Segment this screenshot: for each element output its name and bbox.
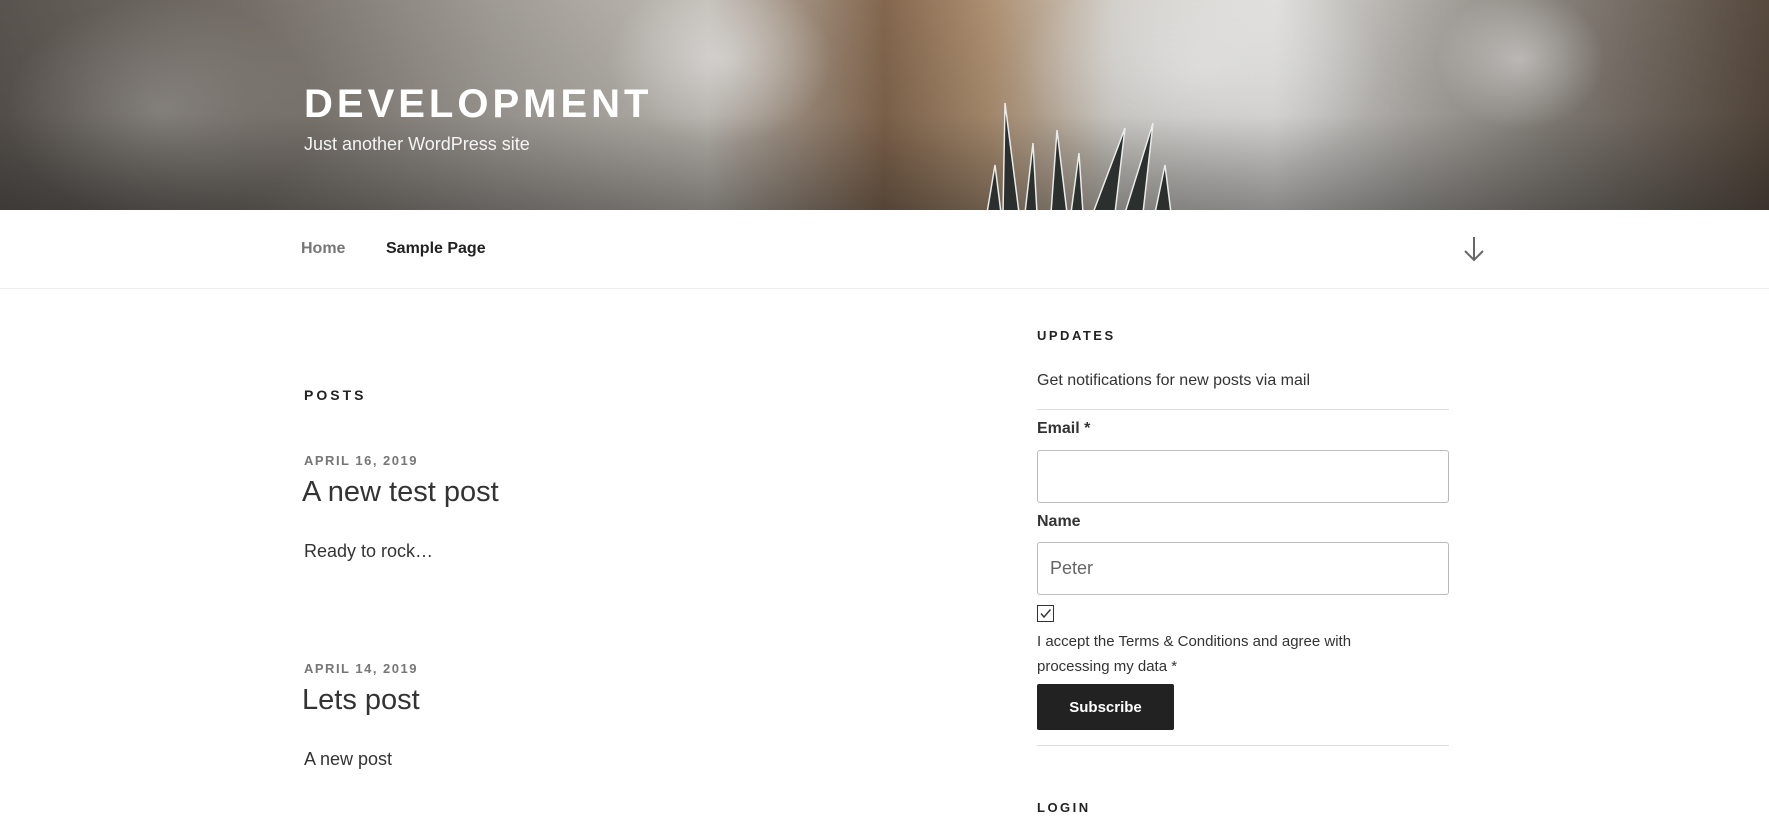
post-title[interactable]: A new test post [302, 476, 499, 509]
site-header-banner: DEVELOPMENT Just another WordPress site [0, 0, 1769, 210]
site-tagline: Just another WordPress site [304, 134, 530, 154]
updates-description: Get notifications for new posts via mail [1037, 372, 1311, 389]
subscribe-button[interactable]: Subscribe [1037, 684, 1174, 730]
name-field[interactable] [1037, 542, 1449, 595]
post-excerpt: Ready to rock… [304, 541, 434, 561]
arrow-down-icon[interactable] [1462, 234, 1486, 264]
plant-image [986, 102, 1172, 210]
nav-item-home[interactable]: Home [301, 240, 345, 258]
divider [1037, 745, 1449, 746]
main-navigation: Home Sample Page [0, 210, 1769, 289]
nav-item-sample-page[interactable]: Sample Page [386, 240, 486, 258]
header-overlay [0, 0, 1769, 210]
updates-widget-title: UPDATES [1037, 328, 1116, 343]
email-label: Email * [1037, 420, 1091, 437]
site-title[interactable]: DEVELOPMENT [304, 82, 652, 127]
consent-label: I accept the Terms & Conditions and agre… [1037, 633, 1352, 675]
consent-checkbox[interactable] [1037, 605, 1054, 622]
post-excerpt: A new post [304, 749, 393, 769]
login-widget-title: LOGIN [1037, 800, 1091, 815]
post-date[interactable]: APRIL 16, 2019 [304, 453, 418, 468]
divider [1037, 409, 1449, 410]
checkmark-icon [1040, 609, 1052, 619]
posts-heading: POSTS [304, 387, 367, 403]
name-label: Name [1037, 513, 1081, 530]
post-title[interactable]: Lets post [302, 684, 420, 717]
email-field[interactable] [1037, 450, 1449, 503]
post-date[interactable]: APRIL 14, 2019 [304, 661, 418, 676]
